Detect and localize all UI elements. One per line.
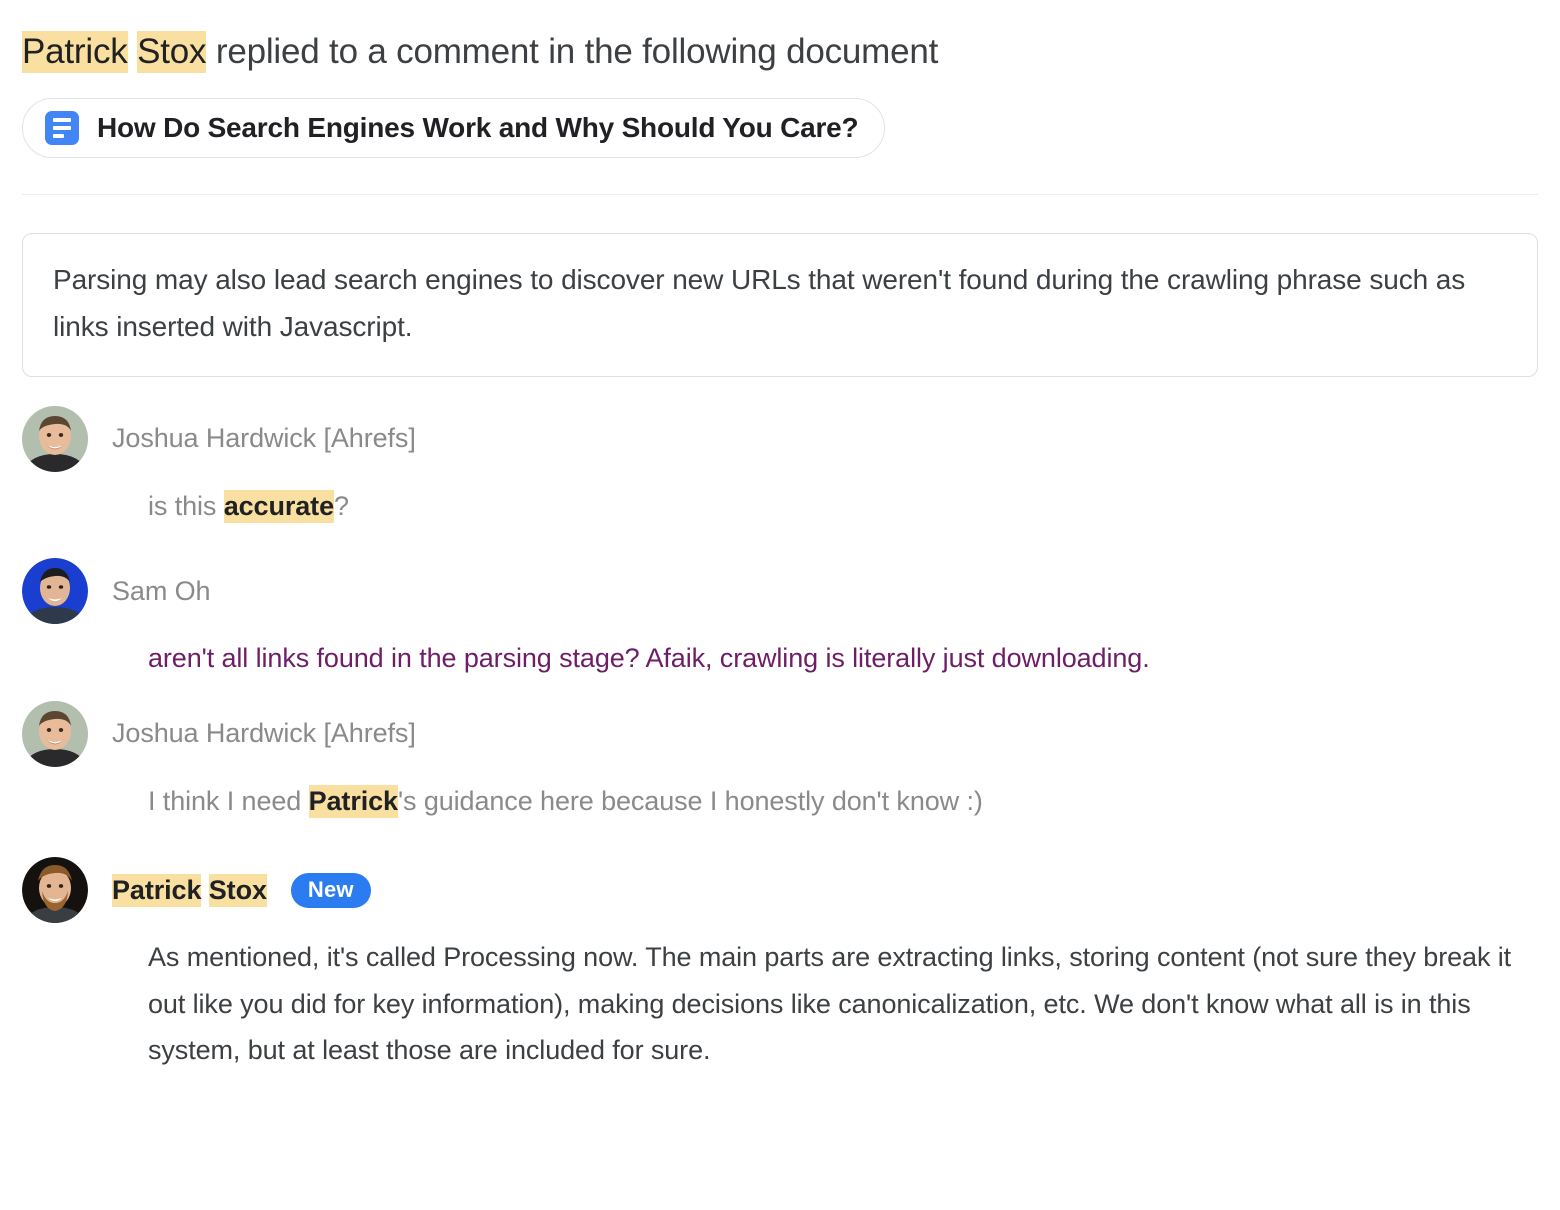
page-title: Patrick Stox replied to a comment in the… bbox=[22, 0, 1538, 74]
comment-body: aren't all links found in the parsing st… bbox=[148, 643, 1150, 674]
comment-body-pre: I think I need bbox=[148, 785, 309, 816]
author-first-name: Patrick bbox=[112, 873, 202, 907]
comment-item: Patrick Stox New As mentioned, it's call… bbox=[22, 857, 1538, 1073]
comment-header: Sam Oh bbox=[22, 558, 1538, 625]
comment-item: Joshua Hardwick [Ahrefs] is this accurat… bbox=[22, 405, 1538, 529]
comment-body-highlight: Patrick bbox=[308, 784, 398, 818]
comment-body-pre: is this bbox=[148, 490, 224, 521]
comment-item: Joshua Hardwick [Ahrefs] I think I need … bbox=[22, 700, 1538, 824]
document-link-pill[interactable]: How Do Search Engines Work and Why Shoul… bbox=[22, 97, 886, 158]
author-last-name: Stox bbox=[208, 873, 267, 907]
actor-last-name: Stox bbox=[137, 31, 207, 73]
comment-header: Patrick Stox New bbox=[22, 857, 1538, 924]
google-docs-icon bbox=[45, 110, 79, 145]
comment-header: Joshua Hardwick [Ahrefs] bbox=[22, 700, 1538, 767]
comment-author-name: Joshua Hardwick [Ahrefs] bbox=[112, 423, 416, 454]
comment-thread: Joshua Hardwick [Ahrefs] is this accurat… bbox=[22, 405, 1538, 1074]
actor-first-name: Patrick bbox=[22, 31, 128, 73]
comment-body-post: 's guidance here because I honestly don'… bbox=[397, 785, 983, 816]
comment-body-highlight: accurate bbox=[223, 489, 334, 523]
comment-body: is this accurate? bbox=[148, 483, 1538, 529]
comment-author-name: Sam Oh bbox=[112, 575, 211, 606]
quoted-passage-text: Parsing may also lead search engines to … bbox=[53, 263, 1466, 342]
avatar-sam-oh bbox=[22, 558, 88, 625]
status-badge-new: New bbox=[290, 872, 371, 908]
comment-item: Sam Oh aren't all links found in the par… bbox=[22, 558, 1538, 681]
comment-author-name: Patrick Stox bbox=[112, 873, 267, 907]
notification-email-body: Patrick Stox replied to a comment in the… bbox=[0, 0, 1560, 1210]
document-title: How Do Search Engines Work and Why Shoul… bbox=[97, 111, 859, 143]
avatar-patrick-stox bbox=[22, 857, 88, 924]
headline-action-text: replied to a comment in the following do… bbox=[206, 32, 939, 71]
comment-header: Joshua Hardwick [Ahrefs] bbox=[22, 405, 1538, 472]
comment-body: I think I need Patrick's guidance here b… bbox=[148, 778, 1538, 824]
comment-author-name: Joshua Hardwick [Ahrefs] bbox=[112, 718, 416, 749]
comment-body-post: ? bbox=[334, 490, 349, 521]
header-divider bbox=[22, 193, 1538, 195]
avatar-joshua-hardwick bbox=[22, 700, 88, 767]
quoted-passage-box: Parsing may also lead search engines to … bbox=[22, 232, 1538, 377]
avatar-joshua-hardwick bbox=[22, 405, 88, 472]
comment-body: As mentioned, it's called Processing now… bbox=[148, 942, 1512, 1065]
